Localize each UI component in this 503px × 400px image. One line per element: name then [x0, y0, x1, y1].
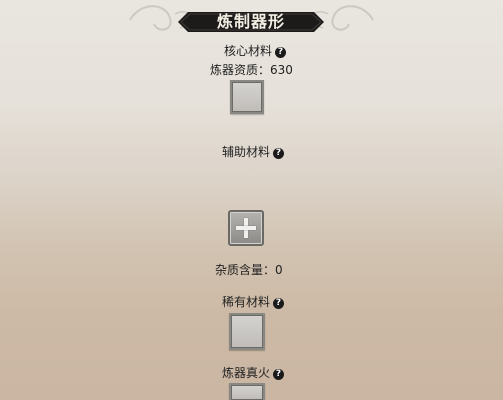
aux-material-label-row: 辅助材料? [222, 143, 285, 160]
core-material-slot[interactable] [230, 80, 264, 114]
plus-icon-bar [236, 226, 256, 230]
true-fire-label-row: 炼器真火? [222, 364, 285, 381]
rare-material-label-row: 稀有材料? [222, 293, 285, 310]
help-icon[interactable]: ? [273, 298, 285, 309]
title-banner: 炼制器形 [178, 8, 324, 36]
add-aux-material-button[interactable] [228, 210, 264, 246]
core-material-quality: 炼器资质：630 [210, 63, 293, 77]
help-icon[interactable]: ? [273, 148, 285, 159]
aux-material-label: 辅助材料 [222, 145, 271, 159]
rare-material-label: 稀有材料 [222, 295, 271, 309]
help-icon[interactable]: ? [275, 47, 287, 58]
core-material-label-row: 核心材料? [224, 42, 287, 59]
true-fire-label: 炼器真火 [222, 366, 271, 380]
page-title: 炼制器形 [216, 12, 285, 31]
rare-material-slot[interactable] [229, 313, 265, 350]
true-fire-slot[interactable] [229, 383, 265, 400]
help-icon[interactable]: ? [273, 369, 285, 380]
core-material-label: 核心材料 [224, 44, 273, 58]
impurity-content: 杂质含量：0 [215, 263, 283, 277]
